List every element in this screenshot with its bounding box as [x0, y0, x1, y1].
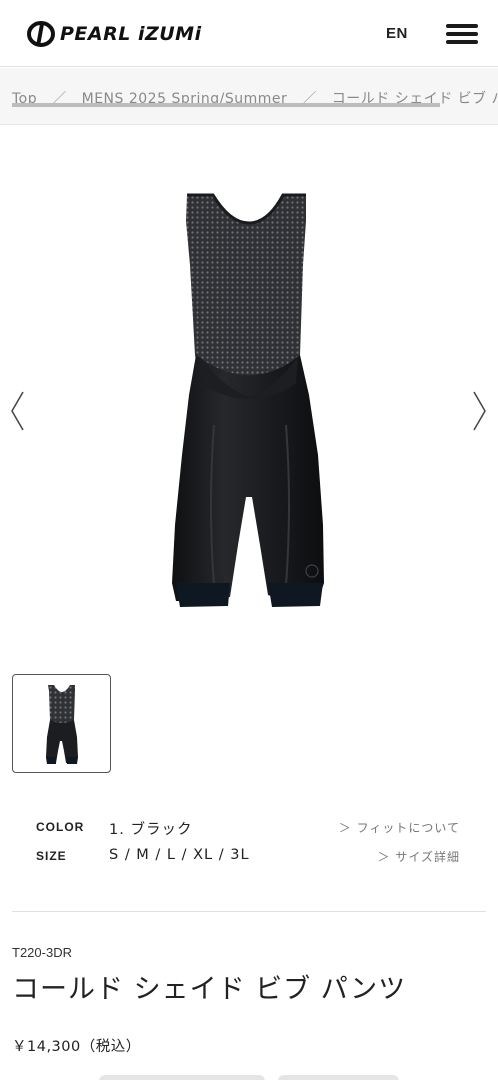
- size-label: SIZE: [36, 849, 67, 863]
- product-price: ￥14,300（税込）: [12, 1039, 141, 1055]
- brand-name: PEARL iZUMi: [60, 23, 202, 45]
- size-value: S / M / L / XL / 3L: [109, 847, 250, 863]
- action-button-2[interactable]: [278, 1075, 399, 1080]
- color-label: COLOR: [36, 820, 85, 834]
- color-row: COLOR 1. ブラック ＞ フィットについて: [0, 816, 498, 840]
- site-header: PEARL iZUMi EN: [0, 0, 498, 67]
- chevron-left-icon[interactable]: [9, 390, 25, 432]
- pearl-izumi-logo-icon: [27, 21, 55, 47]
- divider: [12, 911, 486, 912]
- fit-info-link[interactable]: ＞ フィットについて: [339, 819, 460, 836]
- product-code: T220-3DR: [12, 945, 72, 960]
- brand-logo[interactable]: PEARL iZUMi: [24, 20, 202, 48]
- product-image: [172, 193, 324, 607]
- size-detail-link[interactable]: ＞ サイズ詳細: [378, 848, 460, 865]
- page: PEARL iZUMi EN Top ／ MENS 2025 Spring/Summ…: [0, 0, 498, 1080]
- language-switch[interactable]: EN: [386, 25, 408, 42]
- product-thumbnail[interactable]: [12, 674, 111, 773]
- chevron-right-icon[interactable]: [472, 390, 488, 432]
- color-value: 1. ブラック: [109, 822, 193, 838]
- product-image-carousel[interactable]: [0, 125, 498, 655]
- action-button-1[interactable]: [99, 1075, 265, 1080]
- breadcrumb-scrollbar[interactable]: [12, 103, 440, 107]
- thumbnail-image: [46, 685, 78, 764]
- size-row: SIZE S / M / L / XL / 3L ＞ サイズ詳細: [0, 845, 498, 869]
- breadcrumb: Top ／ MENS 2025 Spring/Summer ／コールド シェイド ビブ…: [0, 68, 498, 125]
- product-title: コールド シェイド ビブ パンツ: [12, 974, 407, 1005]
- hamburger-menu-icon[interactable]: [446, 24, 478, 46]
